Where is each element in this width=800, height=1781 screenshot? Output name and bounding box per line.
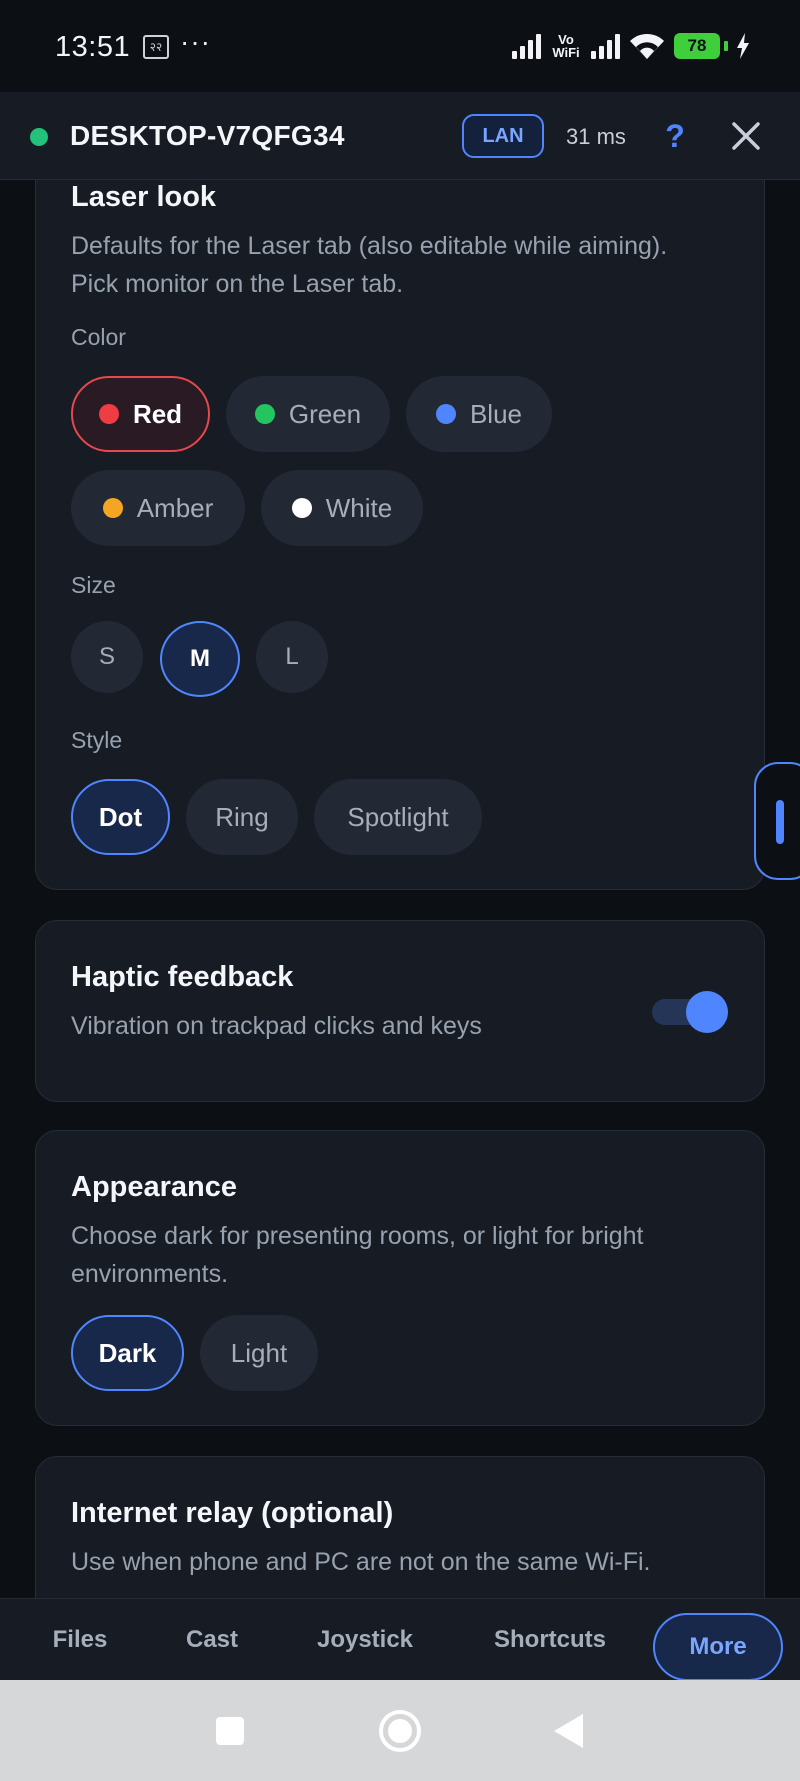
color-red-label: Red — [132, 398, 183, 429]
laser-look-card: Laser look Defaults for the Laser tab (a… — [35, 180, 765, 890]
more-notifications-icon: ··· — [180, 26, 211, 57]
connection-header: DESKTOP-V7QFG34 LAN 31 ms ? — [0, 92, 800, 180]
relay-title: Internet relay (optional) — [71, 1497, 394, 1529]
status-time: 13:51 — [55, 31, 131, 63]
amber-dot-icon — [102, 498, 123, 518]
relay-description: Use when phone and PC are not on the sam… — [71, 1548, 651, 1576]
signal-icon — [512, 33, 541, 59]
bottom-tab-bar: Files Cast Joystick Shortcuts More — [0, 1598, 800, 1681]
charging-icon — [737, 33, 749, 59]
white-dot-icon — [291, 498, 312, 518]
connection-status-dot — [30, 128, 48, 146]
tab-cast[interactable]: Cast — [162, 1599, 262, 1681]
blue-dot-icon — [435, 404, 456, 424]
color-green-chip[interactable]: Green — [226, 376, 390, 452]
appearance-description: Choose dark for presenting rooms, or lig… — [71, 1222, 644, 1288]
host-name: DESKTOP-V7QFG34 — [70, 120, 345, 151]
laser-look-title: Laser look — [71, 181, 217, 213]
size-medium-button[interactable]: M — [160, 621, 240, 697]
recents-button[interactable] — [200, 1706, 260, 1756]
color-label: Color — [71, 324, 126, 350]
close-icon — [732, 122, 760, 150]
haptic-description: Vibration on trackpad clicks and keys — [71, 1012, 482, 1040]
color-white-chip[interactable]: White — [261, 470, 423, 546]
tab-more[interactable]: More — [653, 1613, 783, 1681]
sim-icon: २२ — [143, 35, 169, 59]
appearance-card: Appearance Choose dark for presenting ro… — [35, 1130, 765, 1426]
close-button[interactable] — [726, 116, 766, 156]
lan-badge[interactable]: LAN — [462, 114, 544, 158]
size-small-button[interactable]: S — [71, 621, 143, 693]
color-amber-chip[interactable]: Amber — [71, 470, 245, 546]
style-spotlight-chip[interactable]: Spotlight — [314, 779, 482, 855]
style-ring-chip[interactable]: Ring — [186, 779, 298, 855]
green-dot-icon — [254, 404, 275, 424]
style-dot-chip[interactable]: Dot — [71, 779, 170, 855]
color-amber-label: Amber — [136, 492, 214, 523]
color-green-label: Green — [288, 398, 362, 429]
system-nav-bar — [0, 1680, 800, 1781]
appearance-dark-chip[interactable]: Dark — [71, 1315, 184, 1391]
tab-shortcuts[interactable]: Shortcuts — [472, 1599, 628, 1681]
color-white-label: White — [325, 492, 393, 523]
status-bar: 13:51 २२ ··· Vo WiFi 78 — [0, 0, 800, 92]
vowifi-bottom-label: WiFi — [552, 45, 580, 60]
size-label: Size — [71, 572, 116, 598]
size-large-button[interactable]: L — [256, 621, 328, 693]
appearance-title: Appearance — [71, 1171, 238, 1203]
color-blue-label: Blue — [469, 398, 523, 429]
side-drawer-handle[interactable] — [754, 762, 800, 880]
battery-level: 78 — [674, 33, 720, 59]
tab-joystick[interactable]: Joystick — [300, 1599, 430, 1681]
recents-square-icon — [216, 1717, 244, 1745]
back-triangle-icon — [554, 1714, 583, 1748]
wifi-icon — [630, 33, 664, 59]
help-button[interactable]: ? — [658, 114, 692, 158]
haptic-feedback-card: Haptic feedback Vibration on trackpad cl… — [35, 920, 765, 1102]
laser-look-description: Defaults for the Laser tab (also editabl… — [71, 232, 668, 298]
battery-icon: 78 — [674, 33, 728, 59]
haptic-title: Haptic feedback — [71, 961, 294, 993]
settings-scroll[interactable]: Laser look Defaults for the Laser tab (a… — [0, 180, 800, 1598]
style-label: Style — [71, 727, 123, 753]
red-dot-icon — [98, 404, 119, 424]
home-circle-icon — [379, 1710, 421, 1752]
internet-relay-card: Internet relay (optional) Use when phone… — [35, 1456, 765, 1598]
tab-files[interactable]: Files — [30, 1599, 130, 1681]
home-button[interactable] — [370, 1702, 430, 1760]
color-red-chip[interactable]: Red — [71, 376, 210, 452]
haptic-toggle[interactable] — [652, 991, 728, 1033]
latency-readout: 31 ms — [566, 124, 626, 149]
color-blue-chip[interactable]: Blue — [406, 376, 552, 452]
status-icons: Vo WiFi 78 — [512, 26, 750, 66]
vowifi-icon: Vo WiFi — [549, 33, 583, 59]
signal-icon — [591, 33, 620, 59]
back-button[interactable] — [540, 1706, 600, 1756]
appearance-light-chip[interactable]: Light — [200, 1315, 318, 1391]
